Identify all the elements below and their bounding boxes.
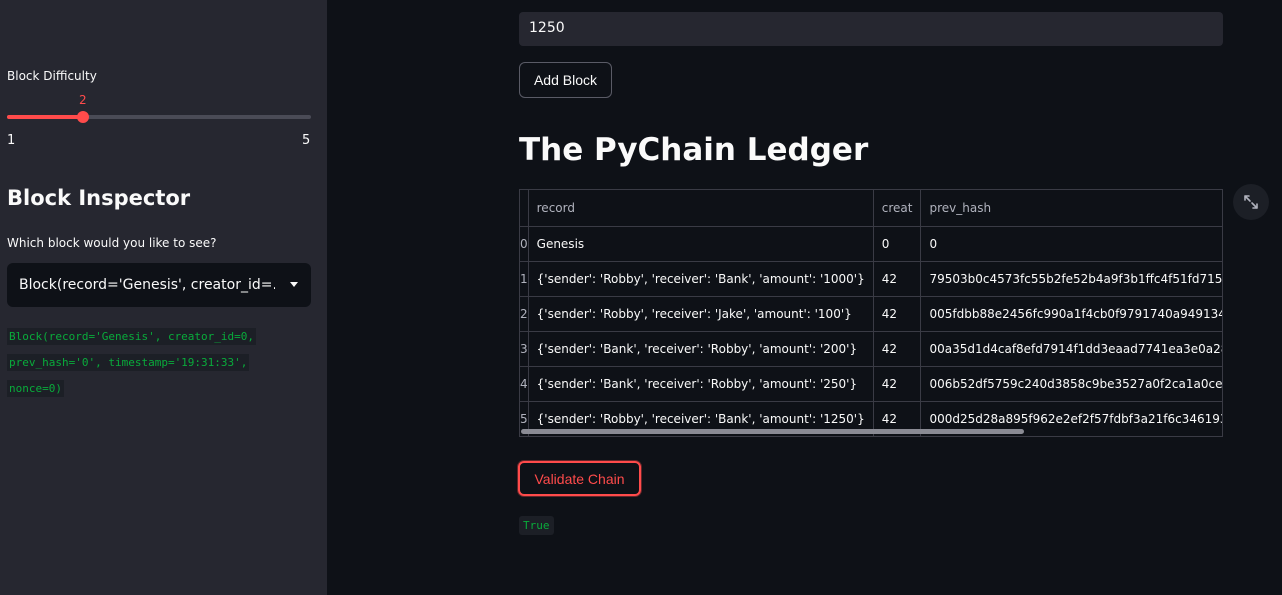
creator-cell[interactable]: 42 [873,261,922,297]
record-cell[interactable]: Genesis [528,226,874,262]
table-row: 1 {'sender': 'Robby', 'receiver': 'Bank',… [520,261,1222,297]
chevron-down-icon [290,282,298,287]
table-row: 2 {'sender': 'Robby', 'receiver': 'Jake',… [520,296,1222,332]
record-cell[interactable]: {'sender': 'Robby', 'receiver': 'Jake', … [528,296,874,332]
slider-label: Block Difficulty [7,69,97,83]
block-inspector-heading: Block Inspector [7,186,191,210]
code-line: prev_hash='0', timestamp='19:31:33', [7,354,250,371]
record-cell[interactable]: {'sender': 'Robby', 'receiver': 'Bank', … [528,261,874,297]
block-select-label: Which block would you like to see? [7,236,217,250]
record-cell[interactable]: {'sender': 'Bank', 'receiver': 'Robby', … [528,331,874,367]
slider-min: 1 [7,133,16,148]
slider-fill [7,115,83,119]
ledger-title: The PyChain Ledger [519,132,869,168]
slider-value: 2 [79,93,87,107]
expand-button[interactable] [1233,184,1269,220]
main-content: 1250 Add Block The PyChain Ledger record… [327,0,1282,595]
code-line: Block(record='Genesis', creator_id=0, [7,328,257,345]
column-header-prev-hash[interactable]: prev_hash [920,190,1222,227]
prev-hash-cell[interactable]: 00a35d1d4caf8efd7914f1dd3eaad7741ea3e0a2… [920,331,1222,367]
prev-hash-cell[interactable]: 79503b0c4573fc55b2fe52b4a9f3b1ffc4f51fd7… [920,261,1222,297]
sidebar: Block Difficulty 2 1 5 Block Inspector W… [0,0,327,595]
block-select-value: Block(record='Genesis', creator_id=... [19,277,275,293]
add-block-button[interactable]: Add Block [519,62,612,98]
row-index[interactable]: 0 [520,226,529,262]
prev-hash-cell[interactable]: 0 [920,226,1222,262]
slider-max: 5 [302,133,311,148]
creator-cell[interactable]: 0 [873,226,922,262]
prev-hash-cell[interactable]: 005fdbb88e2456fc990a1f4cb0f9791740a94913… [920,296,1222,332]
table-row: 4 {'sender': 'Bank', 'receiver': 'Robby',… [520,366,1222,402]
prev-hash-cell[interactable]: 006b52df5759c240d3858c9be3527a0f2ca1a0ce… [920,366,1222,402]
difficulty-slider-track[interactable] [7,115,311,119]
block-code-output: Block(record='Genesis', creator_id=0, pr… [7,324,257,402]
block-select[interactable]: Block(record='Genesis', creator_id=... [7,263,311,307]
record-cell[interactable]: {'sender': 'Bank', 'receiver': 'Robby', … [528,366,874,402]
ledger-table[interactable]: record creat prev_hash 0 Genesis 0 0 1 {'send… [519,189,1223,437]
amount-input[interactable]: 1250 [519,12,1223,46]
horizontal-scrollbar[interactable] [521,429,1024,434]
validate-chain-button[interactable]: Validate Chain [518,461,641,496]
row-index[interactable]: 1 [520,261,529,297]
expand-icon [1244,195,1258,209]
table-row: 0 Genesis 0 0 [520,226,1222,262]
row-index[interactable]: 2 [520,296,529,332]
creator-cell[interactable]: 42 [873,296,922,332]
table-row: 3 {'sender': 'Bank', 'receiver': 'Robby',… [520,331,1222,367]
row-index[interactable]: 3 [520,331,529,367]
validation-result: True [519,516,554,535]
creator-cell[interactable]: 42 [873,366,922,402]
code-line: nonce=0) [7,380,64,397]
table-header-row: record creat prev_hash [520,190,1222,227]
creator-cell[interactable]: 42 [873,331,922,367]
index-header [520,190,529,227]
difficulty-slider-thumb[interactable] [77,111,89,123]
column-header-creator[interactable]: creat [873,190,922,227]
column-header-record[interactable]: record [528,190,874,227]
row-index[interactable]: 4 [520,366,529,402]
